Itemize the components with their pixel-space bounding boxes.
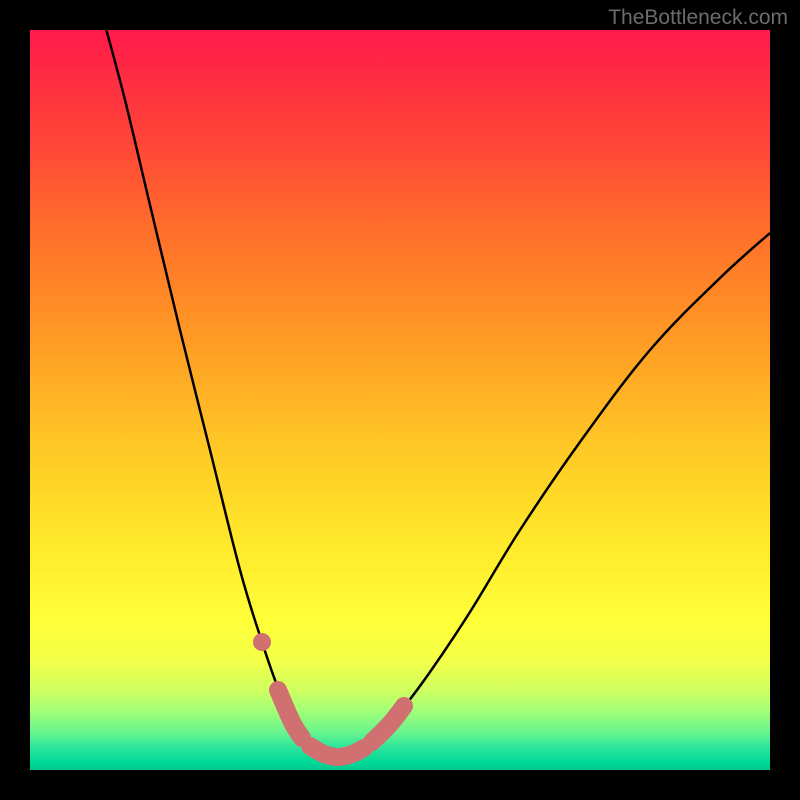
watermark-text: TheBottleneck.com [608,6,788,30]
curve-svg [30,30,770,770]
highlight-segment-0 [278,690,302,738]
bottleneck-curve [105,30,770,757]
plot-area [30,30,770,770]
highlight-overlay [253,633,404,757]
highlight-segment-2 [372,706,404,742]
highlight-dot [253,633,271,651]
highlight-segment-1 [310,746,364,757]
